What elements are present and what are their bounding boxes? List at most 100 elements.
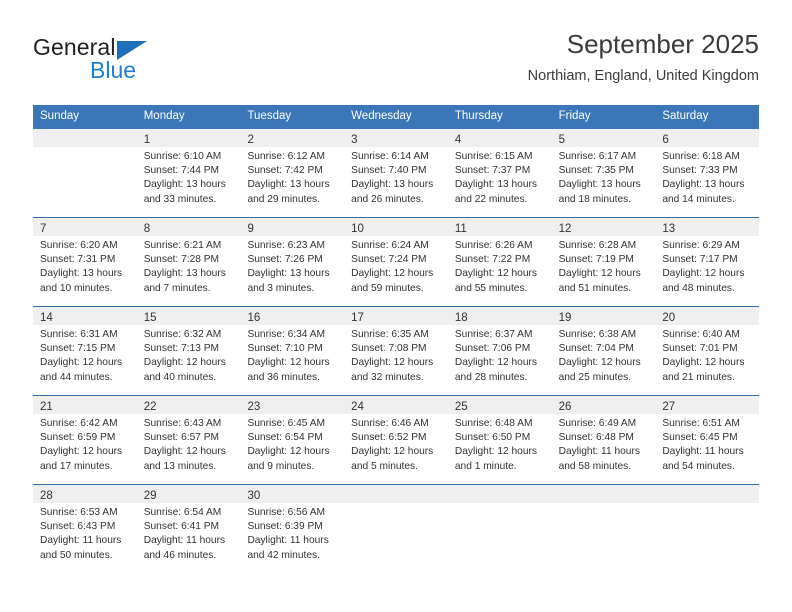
day-details: Sunrise: 6:26 AM Sunset: 7:22 PM Daylight:… (448, 236, 552, 296)
weekday-header-tuesday: Tuesday (247, 110, 292, 122)
day-detail-line: Sunrise: 6:31 AM (40, 329, 118, 340)
day-details: Sunrise: 6:56 AM Sunset: 6:39 PM Daylight:… (240, 503, 344, 563)
day-cell-19[interactable]: 19 Sunrise: 6:38 AM Sunset: 7:04 PM Dayligh… (551, 307, 656, 395)
day-details: Sunrise: 6:54 AM Sunset: 6:41 PM Daylight:… (137, 503, 241, 563)
day-cell-7[interactable]: 7 Sunrise: 6:20 AM Sunset: 7:31 PM Daylight… (33, 218, 137, 306)
day-detail-line: Daylight: 12 hours (40, 357, 123, 369)
day-detail-line: Sunrise: 6:43 AM (143, 418, 222, 429)
day-cell-17[interactable]: 17 Sunrise: 6:35 AM Sunset: 7:08 PM Dayligh… (344, 307, 448, 395)
weekday-header-sunday: Sunday (40, 110, 80, 122)
day-detail-line: Sunrise: 6:18 AM (662, 151, 740, 162)
day-detail-line: Sunset: 7:04 PM (558, 343, 634, 355)
day-number-band: 28 (33, 485, 137, 503)
day-detail-line: Daylight: 13 hours (662, 179, 745, 191)
day-number-band: 13 (655, 218, 760, 236)
day-number-band: 10 (344, 218, 448, 236)
day-number-band (33, 129, 137, 147)
day-detail-line: Sunrise: 6:23 AM (247, 240, 326, 251)
day-cell-2[interactable]: 2 Sunrise: 6:12 AM Sunset: 7:42 PM Daylight… (240, 129, 345, 217)
day-cell-15[interactable]: 15 Sunrise: 6:32 AM Sunset: 7:13 PM Dayligh… (136, 307, 241, 395)
day-detail-line: Daylight: 13 hours (247, 268, 330, 280)
day-cell-11[interactable]: 11 Sunrise: 6:26 AM Sunset: 7:22 PM Dayligh… (447, 218, 552, 306)
day-detail-line: Sunrise: 6:54 AM (143, 507, 222, 518)
day-cell-28[interactable]: 28 Sunrise: 6:53 AM Sunset: 6:43 PM Dayligh… (33, 485, 137, 571)
day-cell-26[interactable]: 26 Sunrise: 6:49 AM Sunset: 6:48 PM Dayligh… (551, 396, 656, 484)
day-detail-line: and 36 minutes. (247, 371, 320, 383)
day-detail-line: and 51 minutes. (558, 282, 632, 294)
day-detail-line: Daylight: 12 hours (143, 446, 226, 458)
day-cell-16[interactable]: 16 Sunrise: 6:34 AM Sunset: 7:10 PM Dayligh… (240, 307, 345, 395)
day-number-band: 4 (447, 129, 552, 147)
day-detail-line: Sunrise: 6:46 AM (351, 418, 429, 429)
day-detail-line: and 55 minutes. (454, 282, 528, 294)
day-number-band: 3 (344, 129, 448, 147)
day-number-band: 23 (240, 396, 345, 414)
day-cell-9[interactable]: 9 Sunrise: 6:23 AM Sunset: 7:26 PM Daylight… (240, 218, 345, 306)
day-detail-line: Daylight: 12 hours (351, 357, 434, 369)
day-number-band: 8 (136, 218, 241, 236)
calendar-weeks: 1 Sunrise: 6:10 AM Sunset: 7:44 PM Daylight… (33, 129, 760, 571)
day-cell-6[interactable]: 6 Sunrise: 6:18 AM Sunset: 7:33 PM Daylight… (655, 129, 760, 217)
day-detail-line: Sunset: 6:41 PM (143, 521, 220, 533)
day-number-band: 16 (240, 307, 345, 325)
day-cell-14[interactable]: 14 Sunrise: 6:31 AM Sunset: 7:15 PM Dayligh… (33, 307, 137, 395)
day-details: Sunrise: 6:32 AM Sunset: 7:13 PM Daylight:… (137, 325, 241, 385)
day-cell-23[interactable]: 23 Sunrise: 6:45 AM Sunset: 6:54 PM Dayligh… (240, 396, 345, 484)
day-number: 20 (662, 312, 676, 324)
day-cell-22[interactable]: 22 Sunrise: 6:43 AM Sunset: 6:57 PM Dayligh… (136, 396, 241, 484)
day-cell-13[interactable]: 13 Sunrise: 6:29 AM Sunset: 7:17 PM Dayligh… (655, 218, 760, 306)
day-detail-line: and 40 minutes. (143, 371, 217, 383)
day-details: Sunrise: 6:20 AM Sunset: 7:31 PM Daylight:… (33, 236, 137, 296)
day-detail-line: and 54 minutes. (662, 460, 735, 472)
day-number: 17 (351, 312, 364, 324)
day-number-band: 9 (240, 218, 345, 236)
day-cell-30[interactable]: 30 Sunrise: 6:56 AM Sunset: 6:39 PM Dayligh… (240, 485, 345, 571)
day-details: Sunrise: 6:53 AM Sunset: 6:43 PM Daylight:… (33, 503, 137, 563)
day-cell-1[interactable]: 1 Sunrise: 6:10 AM Sunset: 7:44 PM Daylight… (136, 129, 241, 217)
calendar-week-row: 21 Sunrise: 6:42 AM Sunset: 6:59 PM Dayligh… (33, 395, 760, 484)
day-detail-line: Daylight: 11 hours (40, 535, 122, 547)
day-cell-25[interactable]: 25 Sunrise: 6:48 AM Sunset: 6:50 PM Dayligh… (447, 396, 552, 484)
day-cell-12[interactable]: 12 Sunrise: 6:28 AM Sunset: 7:19 PM Dayligh… (551, 218, 656, 306)
weekday-header-wednesday: Wednesday (351, 110, 412, 122)
day-cell-3[interactable]: 3 Sunrise: 6:14 AM Sunset: 7:40 PM Daylight… (344, 129, 448, 217)
weekday-header-saturday: Saturday (662, 110, 709, 122)
day-cell-empty (447, 485, 552, 571)
day-cell-10[interactable]: 10 Sunrise: 6:24 AM Sunset: 7:24 PM Dayligh… (344, 218, 448, 306)
day-cell-empty (33, 129, 137, 217)
day-detail-line: Sunset: 7:22 PM (454, 254, 531, 266)
day-detail-line: Sunrise: 6:40 AM (662, 329, 740, 340)
day-cell-24[interactable]: 24 Sunrise: 6:46 AM Sunset: 6:52 PM Dayligh… (344, 396, 448, 484)
day-cell-18[interactable]: 18 Sunrise: 6:37 AM Sunset: 7:06 PM Dayligh… (447, 307, 552, 395)
day-details: Sunrise: 6:40 AM Sunset: 7:01 PM Daylight:… (655, 325, 759, 385)
day-detail-line: and 42 minutes. (247, 549, 320, 561)
day-details: Sunrise: 6:21 AM Sunset: 7:28 PM Daylight:… (137, 236, 241, 296)
day-cell-20[interactable]: 20 Sunrise: 6:40 AM Sunset: 7:01 PM Dayligh… (655, 307, 760, 395)
day-number-band: 19 (551, 307, 656, 325)
day-detail-line: Daylight: 12 hours (143, 357, 226, 369)
day-detail-line: and 1 minute. (454, 460, 517, 472)
day-detail-line: Sunset: 6:52 PM (351, 432, 427, 444)
day-number: 6 (662, 134, 669, 146)
day-detail-line: and 5 minutes. (351, 460, 418, 472)
day-detail-line: Daylight: 13 hours (40, 268, 123, 280)
day-cell-4[interactable]: 4 Sunrise: 6:15 AM Sunset: 7:37 PM Daylight… (447, 129, 552, 217)
day-cell-21[interactable]: 21 Sunrise: 6:42 AM Sunset: 6:59 PM Dayligh… (33, 396, 137, 484)
generalblue-logo[interactable]: General Blue (33, 34, 233, 90)
day-detail-line: Sunrise: 6:48 AM (454, 418, 533, 429)
day-detail-line: Sunset: 7:26 PM (247, 254, 323, 266)
day-number: 3 (351, 134, 358, 146)
day-detail-line: and 18 minutes. (558, 193, 632, 205)
day-detail-line: Sunrise: 6:21 AM (143, 240, 222, 251)
day-details: Sunrise: 6:37 AM Sunset: 7:06 PM Daylight:… (448, 325, 552, 385)
day-cell-29[interactable]: 29 Sunrise: 6:54 AM Sunset: 6:41 PM Dayligh… (136, 485, 241, 571)
day-cell-27[interactable]: 27 Sunrise: 6:51 AM Sunset: 6:45 PM Dayligh… (655, 396, 760, 484)
day-detail-line: Sunrise: 6:32 AM (143, 329, 222, 340)
day-number-band: 25 (447, 396, 552, 414)
day-cell-8[interactable]: 8 Sunrise: 6:21 AM Sunset: 7:28 PM Daylight… (136, 218, 241, 306)
page-header: General Blue September 2025 Northiam, En… (33, 28, 759, 90)
day-detail-line: Sunset: 7:01 PM (662, 343, 738, 355)
day-detail-line: Sunrise: 6:45 AM (247, 418, 326, 429)
day-cell-5[interactable]: 5 Sunrise: 6:17 AM Sunset: 7:35 PM Daylight… (551, 129, 656, 217)
day-detail-line: Sunrise: 6:42 AM (40, 418, 118, 429)
